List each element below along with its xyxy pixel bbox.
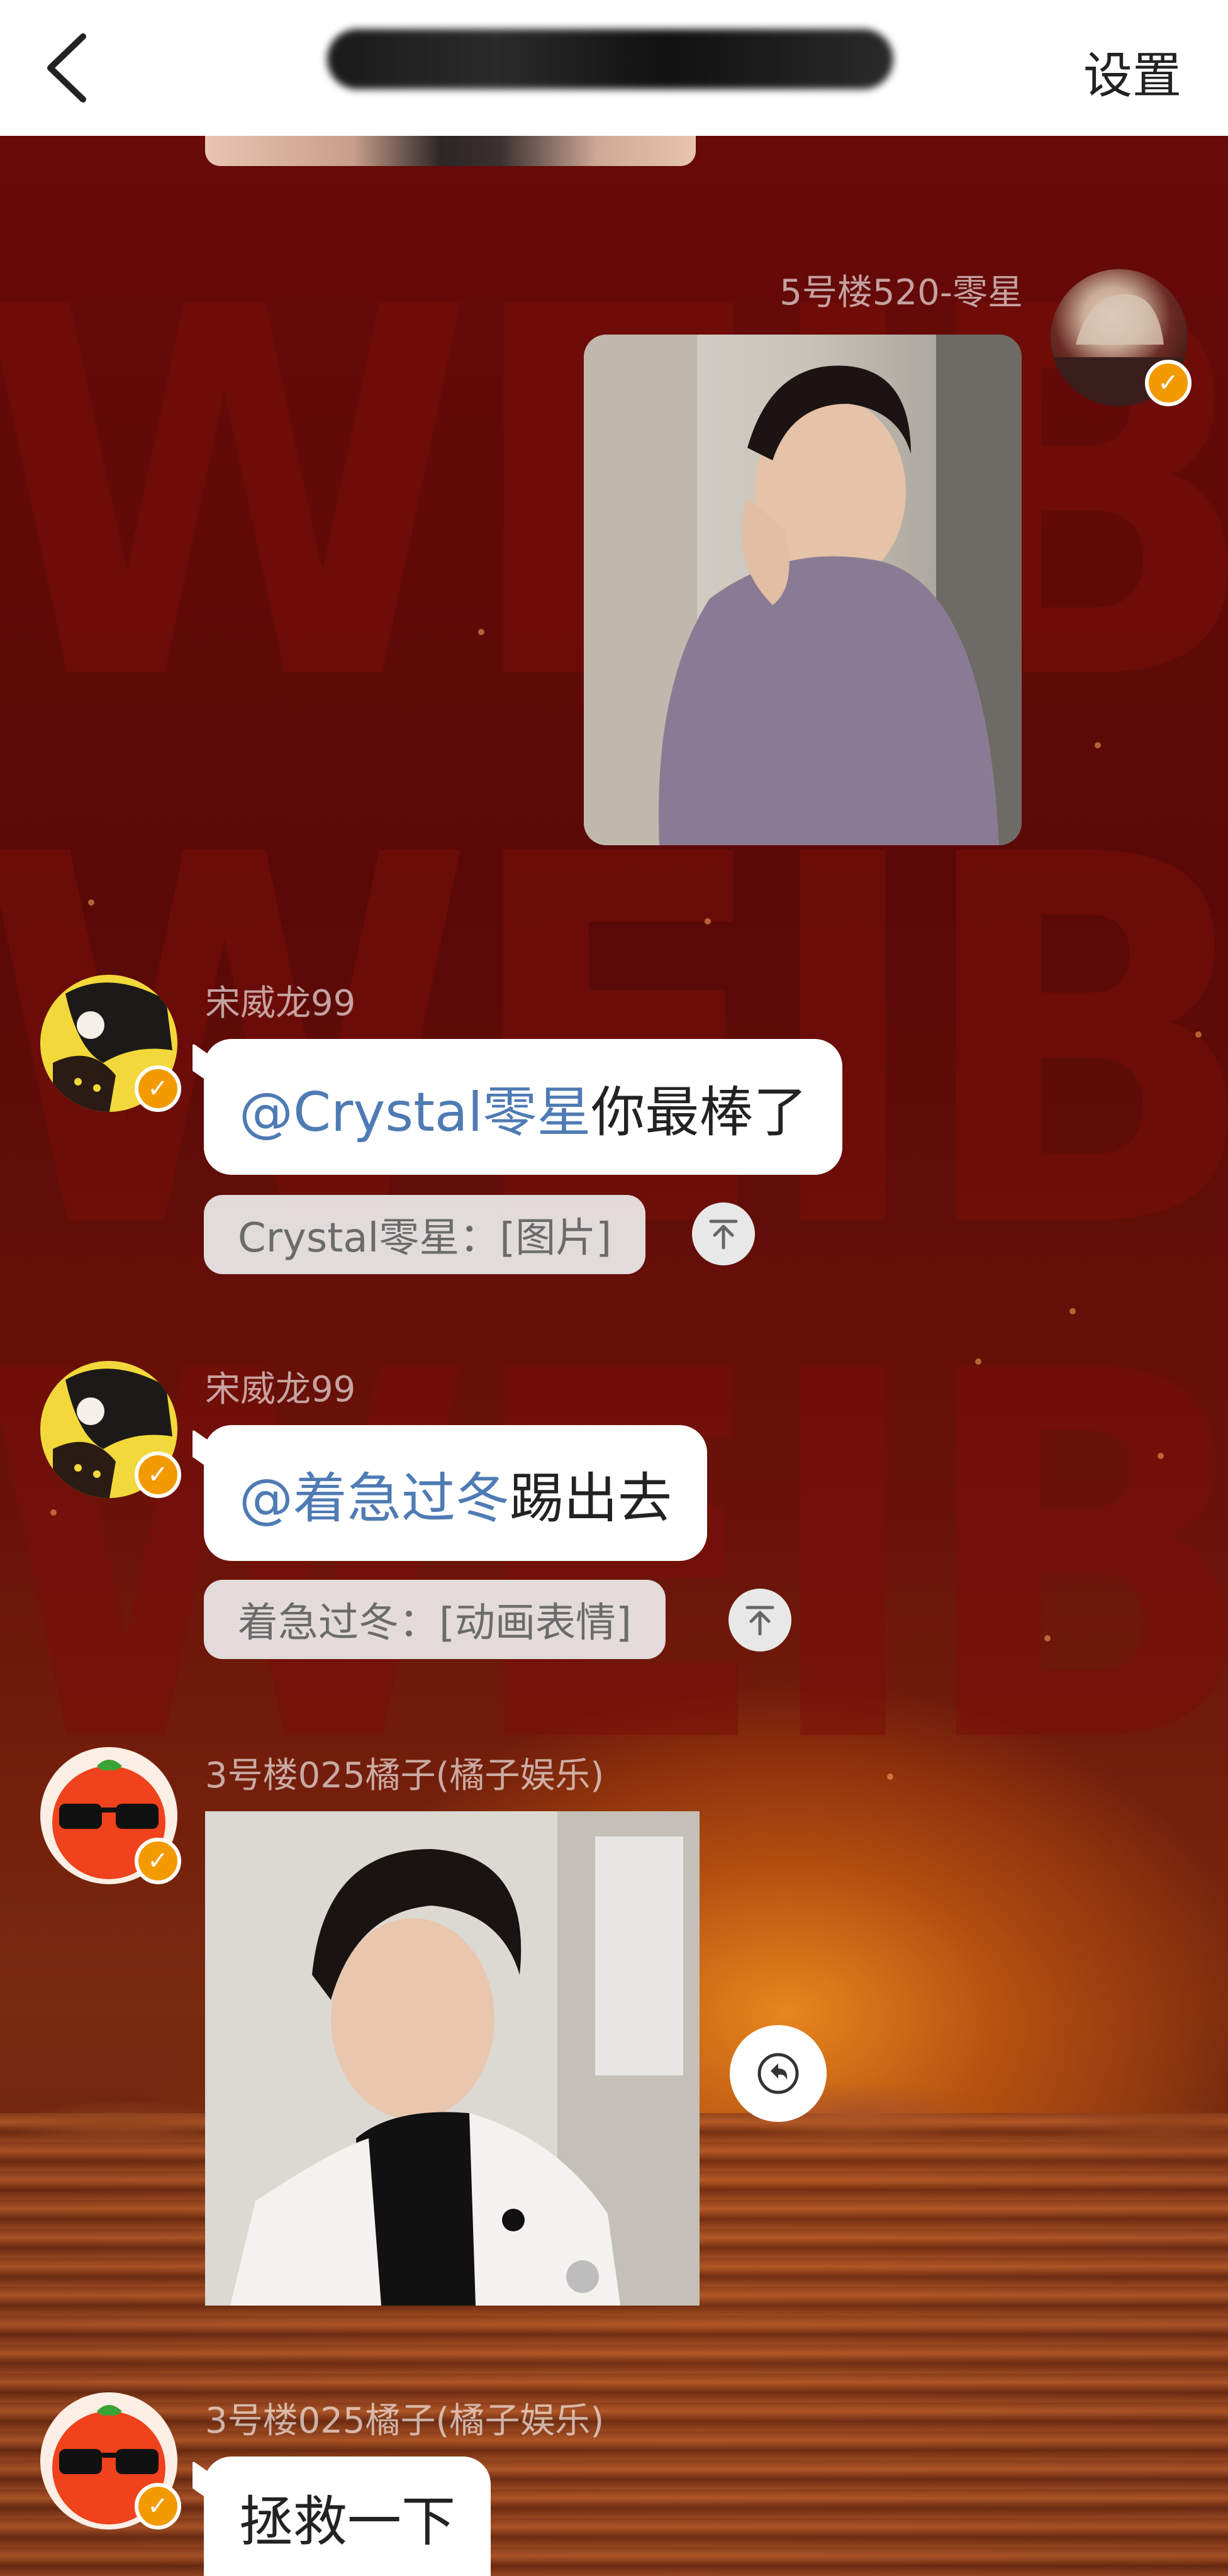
quoted-reply[interactable]: 着急过冬：[动画表情] (204, 1580, 666, 1659)
sender-name: 5号楼520-零星 (779, 272, 1023, 313)
text-message-bubble[interactable]: 拯救一下 (204, 2457, 491, 2576)
message-text: 踢出去 (510, 1467, 672, 1530)
arrow-up-to-top-icon (709, 1219, 738, 1250)
v-badge-icon: ✓ (135, 1452, 181, 1498)
avatar[interactable]: ✓ (40, 1361, 181, 1498)
image-message[interactable] (584, 335, 1022, 845)
reply-button[interactable] (730, 2025, 827, 2122)
quoted-reply[interactable]: Crystal零星：[图片] (204, 1195, 646, 1274)
avatar[interactable]: ✓ (40, 1747, 181, 1884)
sender-name: 宋威龙99 (205, 983, 356, 1024)
image-message[interactable] (205, 1811, 700, 2306)
avatar[interactable]: ✓ (40, 975, 181, 1112)
message-text: 你最棒了 (591, 1080, 808, 1144)
chevron-left-icon (47, 33, 86, 103)
arrow-up-to-top-icon (745, 1606, 774, 1636)
avatar[interactable]: ✓ (1051, 269, 1192, 406)
sender-name: 3号楼025橘子(橘子娱乐) (205, 2401, 605, 2441)
v-badge-icon: ✓ (135, 1838, 181, 1884)
jump-to-quote-button[interactable] (692, 1202, 755, 1265)
chat-header: 设置 (0, 0, 1228, 136)
settings-button[interactable]: 设置 (1083, 36, 1181, 107)
v-badge-icon: ✓ (1145, 360, 1192, 406)
mention-link[interactable]: @Crystal零星 (239, 1068, 591, 1146)
group-title (327, 29, 893, 89)
sender-name: 3号楼025橘子(橘子娱乐) (205, 1755, 605, 1796)
avatar[interactable]: ✓ (40, 2392, 181, 2529)
back-button[interactable] (44, 30, 94, 106)
v-badge-icon: ✓ (135, 1065, 181, 1112)
undo-reply-icon (757, 2053, 799, 2094)
jump-to-quote-button[interactable] (728, 1589, 791, 1652)
mention-link[interactable]: @着急过冬 (239, 1454, 510, 1533)
text-message-bubble[interactable]: @着急过冬 踢出去 (204, 1425, 707, 1561)
text-message-bubble[interactable]: @Crystal零星 你最棒了 (204, 1039, 843, 1175)
v-badge-icon: ✓ (135, 2483, 181, 2529)
previous-photo[interactable] (205, 136, 696, 166)
sender-name: 宋威龙99 (205, 1369, 356, 1410)
message-text: 拯救一下 (239, 2490, 455, 2553)
